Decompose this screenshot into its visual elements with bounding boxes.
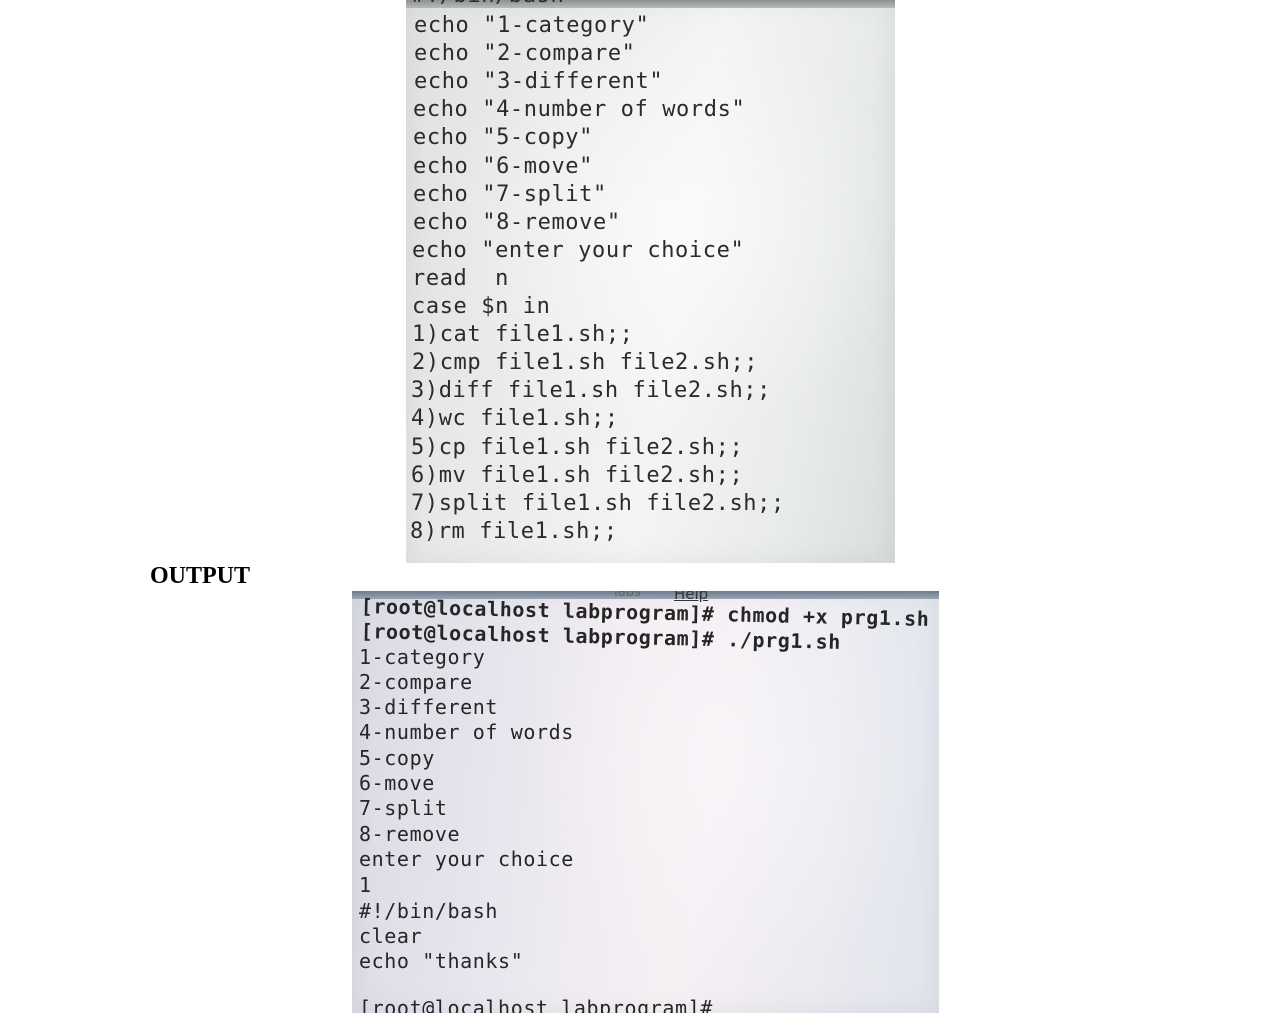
- code-line: echo "3-different": [414, 69, 664, 95]
- code-line: 2)cmp file1.sh file2.sh;;: [412, 350, 759, 376]
- terminal-line: 5-copy: [359, 746, 435, 770]
- terminal-line: [root@localhost labprogram]#: [359, 996, 713, 1013]
- code-line: case $n in: [412, 294, 551, 319]
- code-screenshot: #!/bin/bash echo "1-category" echo "2-com…: [406, 0, 895, 563]
- code-line: 3)diff file1.sh file2.sh;;: [411, 378, 771, 404]
- terminal-line: 2-compare: [359, 670, 473, 694]
- menu-tabs-partial: Tabs: [612, 591, 641, 600]
- terminal-line: clear: [359, 924, 423, 948]
- code-line: read n: [412, 265, 509, 291]
- terminal-screenshot: Tabs Help [root@localhost labprogram]# c…: [352, 591, 939, 1013]
- code-line: 4)wc file1.sh;;: [411, 406, 619, 432]
- output-heading: OUTPUT: [150, 563, 251, 589]
- shebang-line: #!/bin/bash: [412, 0, 564, 8]
- code-line: echo "1-category": [414, 13, 650, 38]
- code-line: echo "6-move": [413, 153, 593, 179]
- code-line: echo "4-number of words": [413, 97, 746, 123]
- terminal-line: 8-remove: [359, 822, 461, 846]
- code-line: echo "enter your choice": [412, 237, 745, 263]
- code-line: echo "8-remove": [413, 209, 621, 235]
- code-line: 8)rm file1.sh;;: [410, 518, 618, 544]
- terminal-line: 7-split: [359, 796, 448, 820]
- terminal-line: 4-number of words: [359, 720, 574, 744]
- terminal-line: 3-different: [359, 695, 499, 719]
- terminal-line: 1-category: [359, 645, 486, 669]
- code-line: 7)split file1.sh file2.sh;;: [411, 490, 785, 516]
- code-line: 5)cp file1.sh file2.sh;;: [411, 434, 744, 460]
- code-line: echo "5-copy": [413, 125, 593, 151]
- terminal-line: 6-move: [359, 771, 435, 795]
- code-line: 6)mv file1.sh file2.sh;;: [411, 462, 744, 488]
- terminal-line: enter your choice: [359, 847, 574, 871]
- terminal-line: echo "thanks": [359, 949, 524, 973]
- terminal-line: 1: [359, 873, 372, 897]
- code-line: echo "7-split": [413, 181, 607, 207]
- code-line: 1)cat file1.sh;;: [412, 322, 634, 348]
- code-line: echo "2-compare": [414, 41, 636, 67]
- terminal-line: #!/bin/bash: [359, 899, 499, 923]
